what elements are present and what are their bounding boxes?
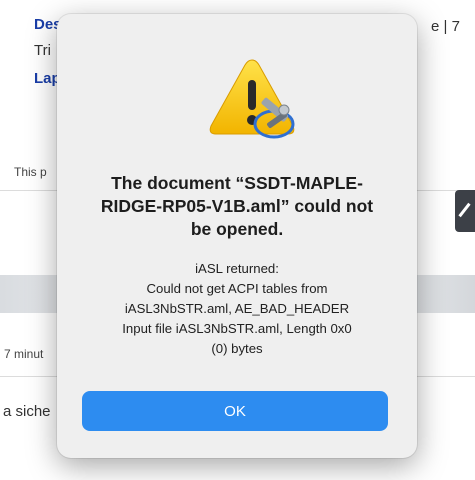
dialog-message-line: iASL returned: bbox=[195, 261, 279, 276]
dialog-message-line: (0) bytes bbox=[211, 341, 263, 356]
warning-triangle-icon bbox=[209, 59, 295, 139]
dialog-message-line: Input file iASL3NbSTR.aml, Length 0x0 bbox=[122, 321, 352, 336]
warning-icon bbox=[207, 54, 297, 150]
dialog-message-line: Could not get ACPI tables from bbox=[146, 281, 328, 296]
background-text-right: e | 7 bbox=[431, 18, 460, 35]
background-footer-text: a siche bbox=[3, 403, 51, 420]
background-text-2: Tri bbox=[34, 42, 51, 59]
dialog-message-line: iASL3NbSTR.aml, AE_BAD_HEADER bbox=[124, 301, 350, 316]
dialog-title: The document “SSDT-MAPLE- RIDGE-RP05-V1B… bbox=[82, 172, 392, 241]
dialog-message: iASL returned: Could not get ACPI tables… bbox=[77, 259, 397, 359]
background-notice: This p bbox=[14, 165, 47, 179]
dialog-title-line: The document “SSDT-MAPLE- bbox=[111, 173, 363, 193]
alert-dialog: The document “SSDT-MAPLE- RIDGE-RP05-V1B… bbox=[57, 14, 417, 458]
dialog-title-line: be opened. bbox=[190, 219, 284, 239]
ok-button[interactable]: OK bbox=[82, 391, 388, 431]
edit-button[interactable] bbox=[455, 190, 475, 232]
background-timestamp: 7 minut bbox=[4, 347, 44, 361]
dialog-title-line: RIDGE-RP05-V1B.aml” could not bbox=[100, 196, 374, 216]
